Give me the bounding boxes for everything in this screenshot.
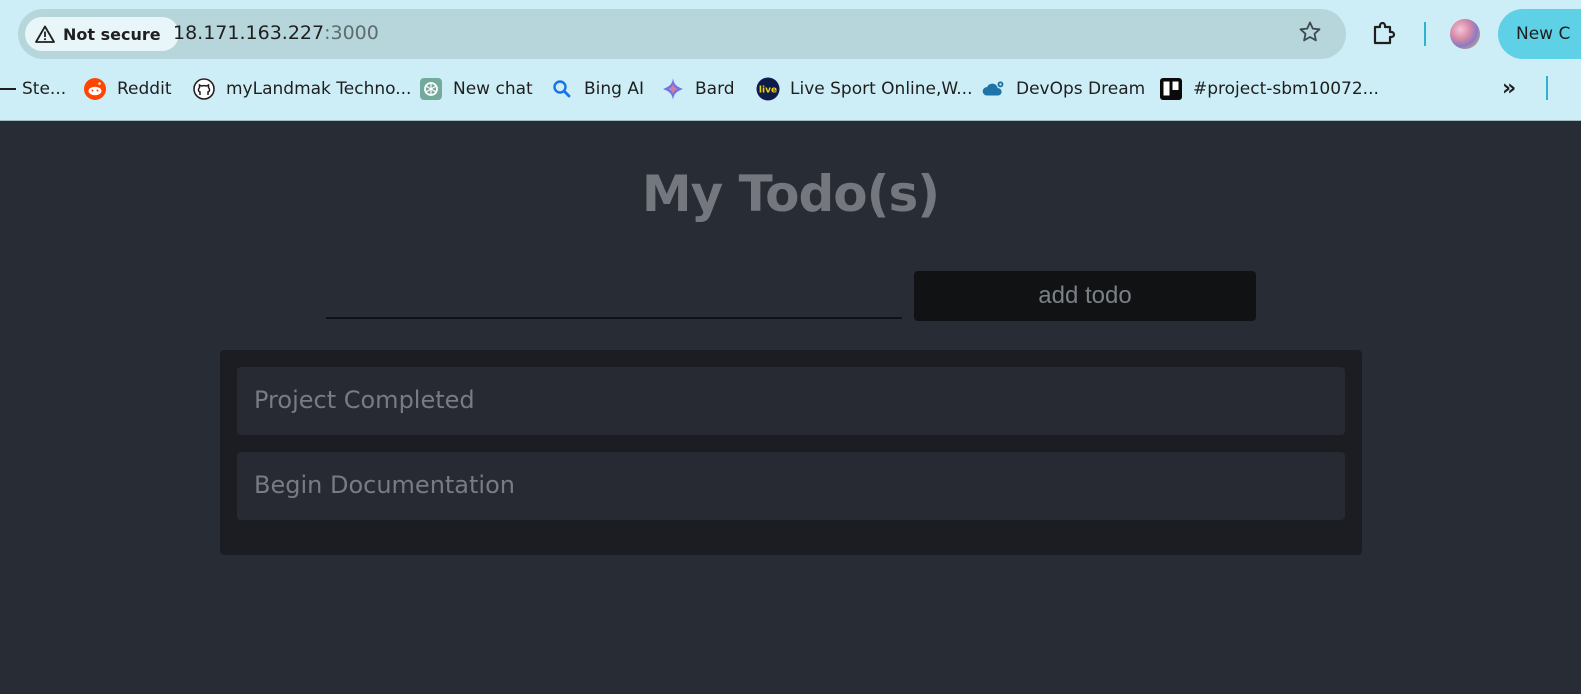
todo-item-label: Begin Documentation — [254, 471, 515, 499]
bookmark-label: myLandmak Techno... — [226, 79, 412, 99]
new-chat-button[interactable]: New C — [1498, 9, 1581, 59]
bookmark-label: Ste... — [22, 79, 67, 99]
new-chat-label: New C — [1516, 24, 1571, 44]
address-bar[interactable]: Not secure 18.171.163.227:3000 — [18, 9, 1346, 59]
url-port: :3000 — [324, 22, 379, 44]
bookmark-label: DevOps Dream — [1016, 79, 1146, 99]
security-label: Not secure — [63, 24, 161, 44]
trello-icon — [1159, 77, 1183, 101]
reddit-icon — [83, 77, 107, 101]
bookmark-item[interactable]: Reddit — [83, 76, 171, 102]
todo-item[interactable]: Project Completed — [237, 367, 1345, 435]
svg-text:live: live — [759, 86, 777, 96]
todo-item-label: Project Completed — [254, 386, 475, 414]
bookmark-star-button[interactable] — [1296, 20, 1324, 48]
bookmark-item[interactable]: New chat — [419, 76, 533, 102]
live-icon: live — [756, 77, 780, 101]
bookmark-item[interactable]: Bing AI — [550, 76, 644, 102]
security-indicator[interactable]: Not secure — [25, 17, 179, 51]
chatgpt-icon — [419, 77, 443, 101]
puzzle-icon — [1370, 21, 1398, 52]
browser-chrome: Not secure 18.171.163.227:3000 New C Ste… — [0, 0, 1581, 121]
bookmark-item[interactable]: live Live Sport Online,W... — [756, 76, 972, 102]
toolbar-divider — [1424, 22, 1426, 46]
extensions-button[interactable] — [1370, 20, 1398, 48]
bookmark-label: Bard — [695, 79, 735, 99]
star-icon — [1298, 20, 1322, 48]
bookmark-item[interactable]: myLandmak Techno... — [192, 76, 411, 102]
todo-input[interactable] — [326, 271, 902, 319]
sparkle-icon — [661, 77, 685, 101]
bookmarks-divider — [1546, 76, 1548, 100]
page-title: My Todo(s) — [641, 165, 940, 223]
github-icon — [192, 77, 216, 101]
todo-list: Project Completed Begin Documentation — [220, 350, 1362, 555]
bookmark-icon — [0, 88, 16, 90]
cloud-gear-icon — [982, 77, 1006, 101]
bookmark-label: Reddit — [117, 79, 172, 99]
bookmark-item[interactable]: #project-sbm10072... — [1159, 76, 1379, 102]
warning-icon — [35, 25, 55, 43]
bookmark-label: Bing AI — [584, 79, 644, 99]
bookmark-label: Live Sport Online,W... — [790, 79, 973, 99]
bookmark-label: New chat — [453, 79, 533, 99]
bookmark-item[interactable]: Ste... — [0, 76, 66, 102]
url-host: 18.171.163.227 — [173, 22, 325, 44]
search-icon — [550, 77, 574, 101]
bookmarks-overflow-button[interactable]: » — [1502, 76, 1526, 102]
profile-avatar[interactable] — [1450, 19, 1480, 49]
bookmark-label: #project-sbm10072... — [1193, 79, 1379, 99]
bookmark-item[interactable]: Bard — [661, 76, 735, 102]
todo-item[interactable]: Begin Documentation — [237, 452, 1345, 520]
bookmark-item[interactable]: DevOps Dream — [982, 76, 1145, 102]
url-text[interactable]: 18.171.163.227:3000 — [173, 22, 379, 44]
add-todo-button[interactable]: add todo — [914, 271, 1256, 321]
